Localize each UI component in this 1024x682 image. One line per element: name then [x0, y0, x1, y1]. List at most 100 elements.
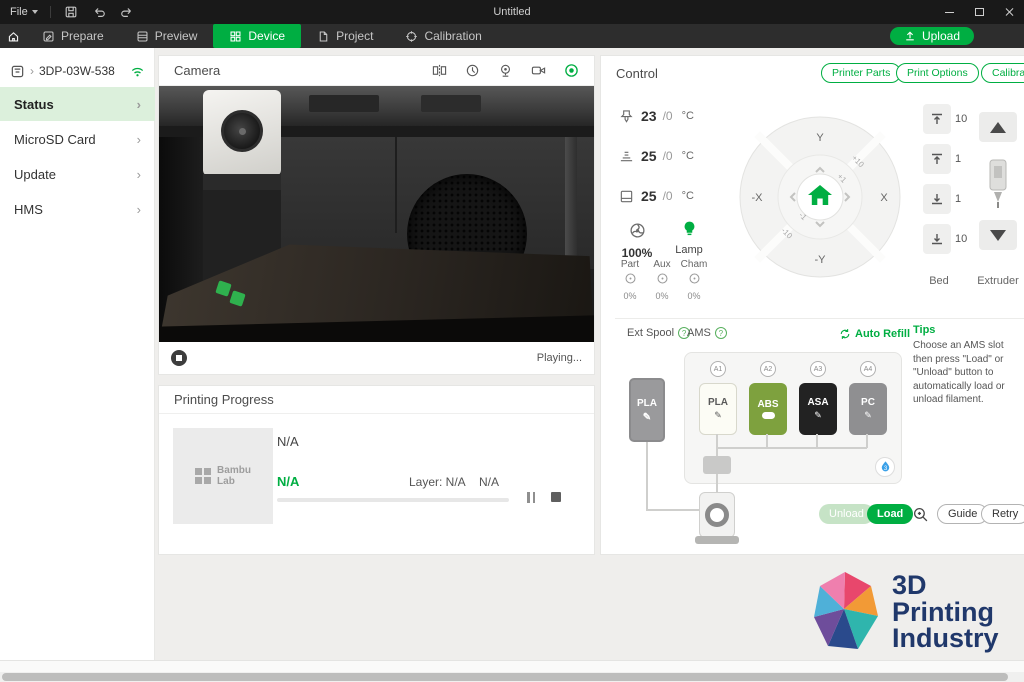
- pause-button[interactable]: [523, 489, 539, 505]
- tab-prepare[interactable]: Prepare: [26, 24, 120, 48]
- button-label: Guide: [948, 508, 977, 520]
- edit-icon[interactable]: ✎: [714, 410, 722, 421]
- xy-move-pad[interactable]: Y -Y X -X +10 +1 -1 -10: [737, 114, 903, 280]
- tab-device[interactable]: Device: [213, 24, 301, 48]
- ext-spool-slot[interactable]: PLA ✎: [629, 378, 665, 442]
- timelapse-icon[interactable]: [464, 63, 480, 79]
- lamp-toggle[interactable]: Lamp: [667, 220, 711, 256]
- ams-tab-a3[interactable]: A3: [810, 361, 826, 377]
- toolhead-fan-hub: [239, 128, 246, 135]
- chamber-temp-control[interactable]: 25 /0 °C: [619, 186, 694, 206]
- chamber-fan-control[interactable]: Cham 0%: [679, 259, 709, 301]
- sidebar-item-hms[interactable]: HMS ›: [0, 192, 155, 226]
- loaded-indicator: [762, 412, 775, 419]
- window-title: Untitled: [0, 6, 1024, 18]
- sidebar-item-microsd[interactable]: MicroSD Card ›: [0, 122, 155, 156]
- extruder-up-button[interactable]: [979, 112, 1017, 142]
- load-button[interactable]: Load: [867, 504, 913, 524]
- bed-down-10-button[interactable]: [923, 224, 951, 254]
- edit-icon[interactable]: ✎: [643, 412, 651, 423]
- tab-calibration[interactable]: Calibration: [389, 24, 497, 48]
- ams-tab-a4[interactable]: A4: [860, 361, 876, 377]
- close-icon: [1004, 7, 1014, 17]
- extruder-down-button[interactable]: [979, 220, 1017, 250]
- retry-button[interactable]: Retry: [981, 504, 1024, 524]
- edit-icon[interactable]: ✎: [814, 410, 822, 421]
- droplet-icon: 3: [879, 460, 892, 474]
- nozzle-temp-control[interactable]: 23 /0 °C: [619, 106, 694, 126]
- horizontal-scrollbar[interactable]: [0, 672, 1024, 682]
- auto-refill-toggle[interactable]: Auto Refill: [839, 328, 910, 340]
- auto-refill-icon: [839, 328, 851, 340]
- print-status: N/A: [277, 474, 299, 489]
- ams-slot-2[interactable]: ABS: [749, 383, 787, 435]
- flip-icon[interactable]: [431, 63, 447, 79]
- tab-preview[interactable]: Preview: [120, 24, 214, 48]
- live-view-icon[interactable]: [563, 63, 579, 79]
- bed-up-1-button[interactable]: [923, 144, 951, 174]
- recording-icon[interactable]: [530, 63, 546, 79]
- chevron-right-icon: ›: [137, 202, 141, 217]
- axis-label[interactable]: X: [880, 192, 888, 204]
- axis-label[interactable]: Y: [816, 132, 824, 144]
- sidebar-item-update[interactable]: Update ›: [0, 157, 155, 191]
- webcam-icon[interactable]: [497, 63, 513, 79]
- scrollbar-thumb[interactable]: [2, 673, 1008, 681]
- stop-print-button[interactable]: [551, 492, 561, 502]
- aux-fan-control[interactable]: Aux 0%: [647, 259, 677, 301]
- arrow-up-to-line-icon: [930, 112, 944, 126]
- arrow-up-to-line-icon: [930, 152, 944, 166]
- upload-button[interactable]: Upload: [890, 27, 974, 45]
- signal-icon[interactable]: [130, 64, 145, 79]
- print-options-button[interactable]: Print Options: [896, 63, 979, 83]
- tab-label: A3: [814, 366, 823, 373]
- undo-icon[interactable]: [91, 4, 107, 20]
- titlebar: File Untitled: [0, 0, 1024, 24]
- file-menu[interactable]: File: [10, 6, 38, 18]
- sidebar: › 3DP-03W-538 Status › MicroSD Card › Up…: [0, 48, 155, 660]
- ams-slot-1[interactable]: PLA ✎: [699, 383, 737, 435]
- sidebar-item-status[interactable]: Status ›: [0, 87, 155, 121]
- help-icon[interactable]: ?: [715, 327, 727, 339]
- part-fan-control[interactable]: Part 0%: [615, 259, 645, 301]
- filament-check-icon[interactable]: [909, 504, 931, 524]
- edit-icon[interactable]: ✎: [864, 410, 872, 421]
- ams-tab-a1[interactable]: A1: [710, 361, 726, 377]
- home-button[interactable]: [0, 24, 26, 48]
- device-selector[interactable]: › 3DP-03W-538: [0, 56, 155, 86]
- unload-button[interactable]: Unload: [819, 504, 874, 524]
- tab-label: Project: [336, 29, 373, 43]
- printer-parts-button[interactable]: Printer Parts: [821, 63, 901, 83]
- redo-icon[interactable]: [119, 4, 135, 20]
- tab-label: A1: [714, 366, 723, 373]
- divider: [50, 6, 51, 18]
- tab-project[interactable]: Project: [301, 24, 389, 48]
- axis-label[interactable]: -X: [752, 192, 764, 204]
- triangle-down-icon: [990, 230, 1006, 241]
- sidebar-item-label: HMS: [14, 202, 43, 217]
- arrow-down-to-line-icon: [930, 192, 944, 206]
- bed-up-10-button[interactable]: [923, 104, 951, 134]
- ams-slot-4[interactable]: PC ✎: [849, 383, 887, 435]
- save-icon[interactable]: [63, 4, 79, 20]
- tab-label: Prepare: [61, 29, 104, 43]
- close-button[interactable]: [994, 0, 1024, 24]
- 3d-printing-industry-logo: 3D Printing Industry: [808, 566, 1020, 658]
- minimize-button[interactable]: [934, 0, 964, 24]
- tab-label: Device: [248, 29, 285, 43]
- stop-stream-button[interactable]: [171, 350, 187, 366]
- bed-temp-current: 25: [641, 148, 657, 164]
- bed-down-1-button[interactable]: [923, 184, 951, 214]
- bambu-lab-logo-icon: [195, 468, 211, 484]
- maximize-button[interactable]: [964, 0, 994, 24]
- fan-value: 0%: [615, 291, 645, 301]
- ams-tab-a2[interactable]: A2: [760, 361, 776, 377]
- bed-axis-label: Bed: [919, 275, 959, 287]
- calibration-button[interactable]: Calibration: [981, 63, 1024, 83]
- temp-unit: °C: [682, 110, 694, 122]
- bed-temp-control[interactable]: 25 /0 °C: [619, 146, 694, 166]
- fan-speed-control[interactable]: 100%: [617, 222, 657, 260]
- print-thumbnail: Bambu Lab: [173, 428, 273, 524]
- ams-slot-3[interactable]: ASA ✎: [799, 383, 837, 435]
- axis-label[interactable]: -Y: [815, 254, 827, 266]
